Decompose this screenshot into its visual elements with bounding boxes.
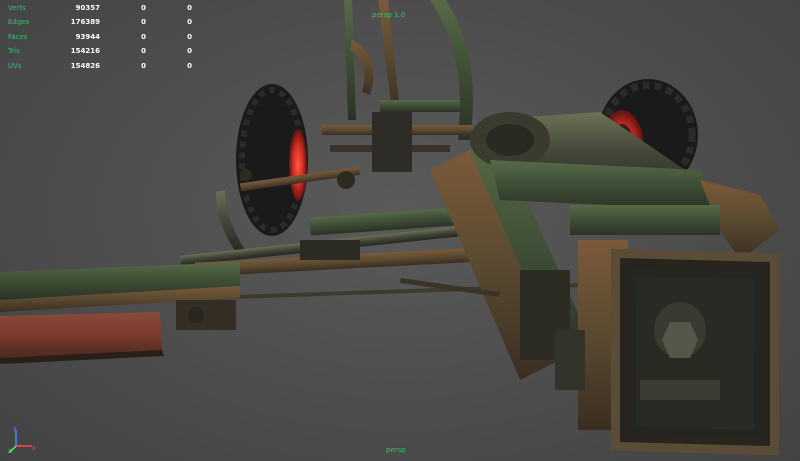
hud-row-edges: Edges 176389 0 0 xyxy=(8,15,192,29)
upper-frame xyxy=(322,0,473,172)
hud-value-other: 0 xyxy=(187,18,192,27)
3d-viewport[interactable]: Verts 90357 0 0 Edges 176389 0 0 Faces 9… xyxy=(0,0,800,461)
hud-row-verts: Verts 90357 0 0 xyxy=(8,1,192,15)
hud-row-uvs: UVs 154826 0 0 xyxy=(8,59,192,73)
hud-value: 154216 xyxy=(70,47,100,56)
hud-value: 90357 xyxy=(75,4,100,12)
axis-x-label: x xyxy=(32,445,36,452)
hud-value-selected: 0 xyxy=(141,61,146,70)
hud-label: Tris xyxy=(8,47,20,56)
hud-value: 154826 xyxy=(70,61,100,70)
hud-row-faces: Faces 93944 0 0 xyxy=(8,30,192,44)
hud-value-other: 0 xyxy=(187,32,192,41)
axis-gizmo-icon: y x z xyxy=(8,425,36,454)
hud-value-other: 0 xyxy=(187,61,192,70)
hud-value-selected: 0 xyxy=(141,18,146,27)
camera-name-label: persp 1.0 xyxy=(372,11,406,19)
axis-y-label: y xyxy=(13,425,17,432)
hud-value-selected: 0 xyxy=(141,47,146,56)
hud-value: 176389 xyxy=(70,18,100,27)
hud-label: UVs xyxy=(8,61,22,70)
hud-label: Verts xyxy=(8,4,26,12)
hud-value-selected: 0 xyxy=(141,4,146,12)
left-wheel xyxy=(236,84,308,236)
hud-label: Faces xyxy=(8,32,28,41)
cutter-bar xyxy=(0,262,240,364)
hud-value-other: 0 xyxy=(187,4,192,12)
view-name-label: persp xyxy=(386,446,406,454)
hud-value-selected: 0 xyxy=(141,32,146,41)
stats-hud: Verts 90357 0 0 Edges 176389 0 0 Faces 9… xyxy=(8,1,192,73)
axis-z-label: z xyxy=(8,448,11,454)
hud-row-tris: Tris 154216 0 0 xyxy=(8,44,192,58)
hud-value-other: 0 xyxy=(187,47,192,56)
hud-label: Edges xyxy=(8,18,30,27)
hud-value: 93944 xyxy=(75,32,100,41)
